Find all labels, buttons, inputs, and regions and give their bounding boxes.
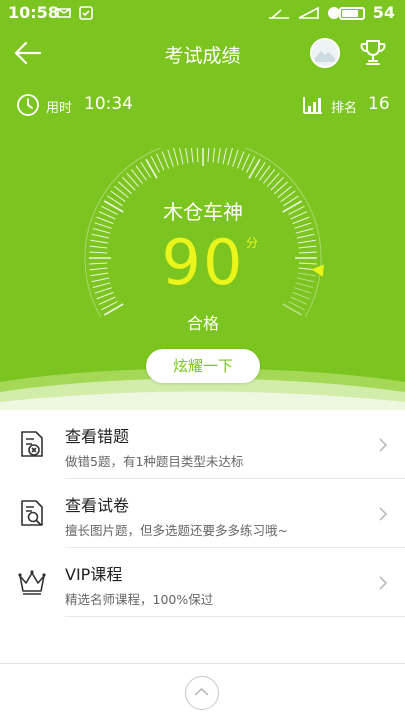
- gauge-tick: [273, 181, 289, 195]
- gauge-tick: [145, 158, 158, 179]
- gauge-tick: [266, 172, 280, 188]
- gauge-tick: [217, 148, 221, 164]
- battery-icon: [339, 7, 365, 20]
- signal-icon: [269, 9, 289, 19]
- list-item-title: 查看错题: [65, 427, 130, 446]
- list-item-subtitle: 精选名师课程，100%保过: [65, 592, 214, 607]
- bottom-bar: [0, 663, 405, 720]
- exam-paper-search-icon: [21, 500, 43, 526]
- gauge-tick: [130, 169, 143, 184]
- rank-value: 16: [368, 94, 390, 114]
- divider: [65, 616, 405, 617]
- gauge-tick: [270, 177, 284, 191]
- score-value: 90: [161, 226, 245, 299]
- time-used-label: 用时: [46, 101, 73, 116]
- gauge-tick: [161, 151, 170, 169]
- battery-level: 54: [372, 3, 395, 22]
- status-bar: 10:58 54: [0, 0, 405, 28]
- gauge-tick: [117, 181, 133, 195]
- list-item-subtitle: 擅长图片题，但多选题还要多多练习哦~: [65, 523, 288, 538]
- chevron-right-icon: [379, 507, 388, 521]
- crown-icon: [18, 570, 46, 595]
- gauge-tick: [196, 148, 199, 163]
- gauge-tick: [122, 177, 136, 191]
- result-header: 10:58 54 考试成绩 用时 10:34 排名 16 木仓车神 90 分 合…: [0, 0, 405, 410]
- list-item-title: 查看试卷: [65, 496, 130, 515]
- list-item-subtitle: 做错5题，有1种题目类型未达标: [65, 454, 244, 469]
- status-time: 10:58: [8, 3, 59, 22]
- gauge-tick: [185, 148, 189, 164]
- gauge-tick: [173, 148, 179, 166]
- list-item-title: VIP课程: [65, 565, 123, 584]
- chevron-right-icon: [379, 438, 388, 452]
- clock-icon: [17, 94, 39, 116]
- gauge-tick: [167, 149, 174, 167]
- trophy-icon[interactable]: [357, 37, 389, 69]
- app-notification-icon: [79, 6, 93, 20]
- score-gauge: 木仓车神 90 分 合格: [80, 148, 326, 358]
- list-item-wrong-answers[interactable]: 查看错题 做错5题，有1种题目类型未达标: [0, 410, 405, 479]
- gauge-tick: [222, 148, 227, 165]
- gauge-tick: [236, 151, 245, 169]
- gauge-tick: [126, 172, 140, 188]
- gauge-tick: [207, 148, 210, 163]
- pass-status: 合格: [186, 314, 219, 333]
- gauge-tick: [248, 158, 261, 179]
- rank-label: 排名: [331, 101, 358, 116]
- gauge-tick: [227, 148, 233, 166]
- gauge-tick: [263, 169, 276, 184]
- share-button[interactable]: 炫耀一下: [146, 349, 260, 383]
- list-item-exam-paper[interactable]: 查看试卷 擅长图片题，但多选题还要多多练习哦~: [0, 479, 405, 548]
- notification-icon: [57, 8, 71, 18]
- chevron-up-icon: [194, 687, 209, 696]
- signal-2-icon: [298, 6, 319, 19]
- stats-row: 用时 10:34 排名 16: [0, 90, 405, 122]
- nav-bar: 考试成绩: [0, 28, 405, 78]
- score-unit: 分: [246, 236, 259, 250]
- list-item-vip-course[interactable]: VIP课程 精选名师课程，100%保过: [0, 548, 405, 617]
- avatar[interactable]: [310, 38, 340, 68]
- gauge-tick: [156, 153, 165, 171]
- bar-chart-icon: [303, 97, 322, 114]
- expand-up-button[interactable]: [185, 676, 219, 710]
- gauge-tick: [179, 148, 184, 165]
- gauge-tick: [232, 149, 239, 167]
- chevron-right-icon: [379, 576, 388, 590]
- wrong-answers-icon: [21, 431, 43, 457]
- time-used-value: 10:34: [84, 94, 133, 114]
- gauge-tick: [212, 148, 216, 163]
- gauge-tick: [241, 153, 250, 171]
- result-title: 木仓车神: [163, 200, 243, 224]
- gauge-tick: [190, 148, 194, 163]
- page-title: 考试成绩: [164, 45, 241, 67]
